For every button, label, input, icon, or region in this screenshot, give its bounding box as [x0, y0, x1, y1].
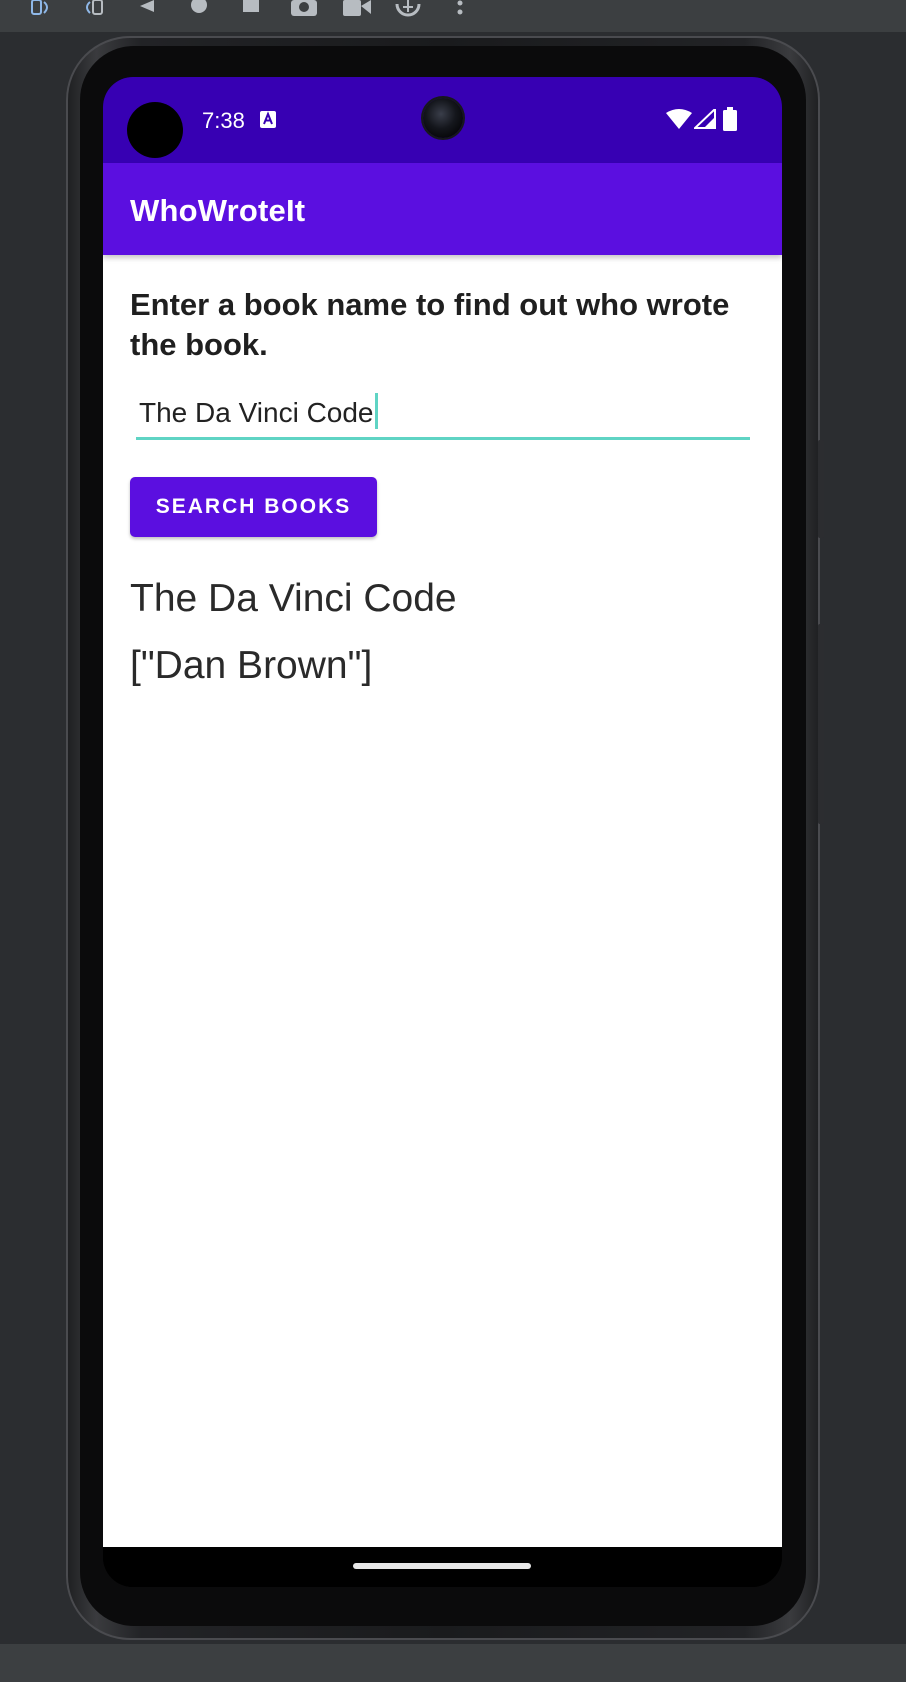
record-icon[interactable] — [342, 0, 372, 16]
volume-button[interactable] — [818, 624, 824, 824]
cellular-icon — [692, 106, 716, 134]
camera-cutout — [127, 102, 183, 158]
status-bar: 7:38 — [103, 77, 782, 163]
main-content: Enter a book name to find out who wrote … — [103, 255, 782, 1547]
status-icons — [661, 106, 751, 136]
zoom-icon[interactable] — [394, 0, 422, 17]
notification-a-icon — [260, 111, 276, 128]
overview-icon[interactable] — [242, 0, 260, 16]
result-title: The Da Vinci Code — [130, 577, 457, 620]
app-title: WhoWroteIt — [130, 193, 306, 228]
result-author: ["Dan Brown"] — [130, 644, 373, 687]
navigation-bar — [103, 1547, 782, 1587]
instructions-text: Enter a book name to find out who wrote … — [130, 287, 730, 362]
wifi-icon — [666, 109, 692, 134]
book-input-value: The Da Vinci Code — [139, 397, 374, 428]
app-bar: WhoWroteIt — [103, 163, 782, 255]
emulator-bottom-bar — [0, 1644, 906, 1682]
more-icon[interactable] — [456, 0, 464, 16]
rotate-right-icon[interactable] — [82, 0, 104, 16]
power-button[interactable] — [818, 440, 824, 538]
book-input[interactable]: The Da Vinci Code — [136, 389, 750, 440]
home-gesture-handle[interactable] — [353, 1563, 531, 1569]
screenshot-icon[interactable] — [290, 0, 318, 16]
emulator-toolbar — [0, 0, 906, 32]
battery-icon — [723, 107, 737, 136]
rotate-left-icon[interactable] — [30, 0, 52, 16]
search-books-button[interactable]: SEARCH BOOKS — [130, 477, 377, 537]
book-input-text[interactable]: The Da Vinci Code — [139, 393, 378, 430]
text-cursor — [374, 393, 378, 429]
device-screen: 7:38 WhoWroteIt Enter a book name to fin… — [103, 77, 782, 1587]
home-icon[interactable] — [190, 0, 208, 16]
back-icon[interactable] — [138, 0, 156, 16]
status-time: 7:38 — [202, 108, 245, 133]
front-camera — [423, 98, 463, 138]
